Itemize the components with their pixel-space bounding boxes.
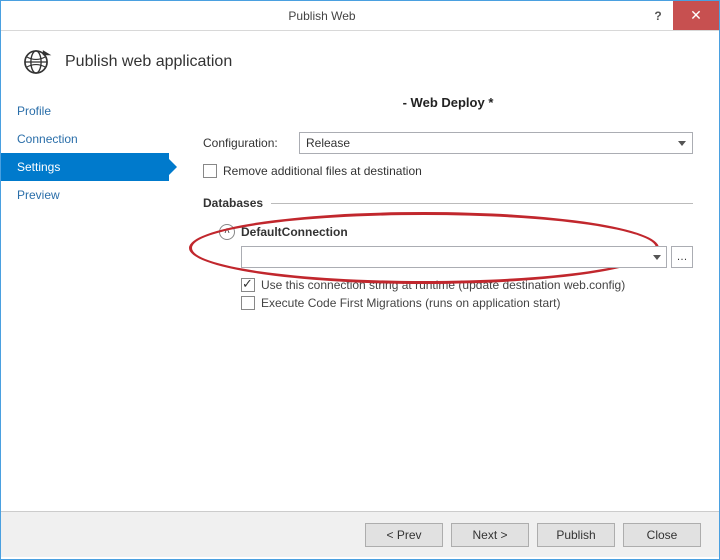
sidebar-item-label: Profile xyxy=(17,104,51,118)
dialog-footer: < Prev Next > Publish Close xyxy=(1,511,719,557)
sidebar-item-connection[interactable]: Connection xyxy=(1,125,169,153)
use-runtime-row[interactable]: Use this connection string at runtime (u… xyxy=(241,278,693,292)
remove-files-label: Remove additional files at destination xyxy=(223,164,422,178)
remove-files-checkbox[interactable] xyxy=(203,164,217,178)
dialog-header: Publish web application xyxy=(1,31,719,89)
use-runtime-label: Use this connection string at runtime (u… xyxy=(261,278,625,292)
connection-browse-button[interactable]: … xyxy=(671,246,693,268)
configuration-label: Configuration: xyxy=(203,136,299,150)
sidebar-item-label: Connection xyxy=(17,132,78,146)
publish-button[interactable]: Publish xyxy=(537,523,615,547)
wizard-sidebar: Profile Connection Settings Preview xyxy=(1,89,169,511)
window-title: Publish Web xyxy=(1,1,643,30)
sidebar-item-profile[interactable]: Profile xyxy=(1,97,169,125)
sidebar-item-label: Preview xyxy=(17,188,60,202)
next-button[interactable]: Next > xyxy=(451,523,529,547)
divider xyxy=(271,203,693,204)
migrations-row[interactable]: Execute Code First Migrations (runs on a… xyxy=(241,296,693,310)
close-button[interactable]: Close xyxy=(623,523,701,547)
globe-icon xyxy=(19,45,53,79)
dialog-body: Profile Connection Settings Preview - We… xyxy=(1,89,719,511)
remove-files-row[interactable]: Remove additional files at destination xyxy=(203,164,693,178)
databases-section-header: Databases xyxy=(203,196,693,210)
close-window-button[interactable]: ✕ xyxy=(673,1,719,30)
databases-heading: Databases xyxy=(203,196,263,210)
migrations-checkbox[interactable] xyxy=(241,296,255,310)
configuration-value: Release xyxy=(306,136,350,150)
prev-button[interactable]: < Prev xyxy=(365,523,443,547)
titlebar: Publish Web ? ✕ xyxy=(1,1,719,31)
migrations-label: Execute Code First Migrations (runs on a… xyxy=(261,296,560,310)
main-panel: - Web Deploy * Configuration: Release Re… xyxy=(169,89,719,511)
deploy-method-title: - Web Deploy * xyxy=(203,95,693,110)
sidebar-item-preview[interactable]: Preview xyxy=(1,181,169,209)
sidebar-item-settings[interactable]: Settings xyxy=(1,153,169,181)
connection-string-select[interactable] xyxy=(241,246,667,268)
chevron-up-icon[interactable]: ˄ xyxy=(219,224,235,240)
window-buttons: ? ✕ xyxy=(643,1,719,30)
sidebar-item-label: Settings xyxy=(17,160,60,174)
database-header: ˄ DefaultConnection xyxy=(219,224,693,240)
connection-string-row: … xyxy=(241,246,693,268)
database-options: Use this connection string at runtime (u… xyxy=(241,278,693,310)
help-button[interactable]: ? xyxy=(643,1,673,30)
configuration-row: Configuration: Release xyxy=(203,132,693,154)
configuration-select[interactable]: Release xyxy=(299,132,693,154)
use-runtime-checkbox[interactable] xyxy=(241,278,255,292)
database-name: DefaultConnection xyxy=(241,225,348,239)
page-heading: Publish web application xyxy=(65,53,232,71)
database-block: ˄ DefaultConnection … Use this connectio… xyxy=(203,224,693,310)
